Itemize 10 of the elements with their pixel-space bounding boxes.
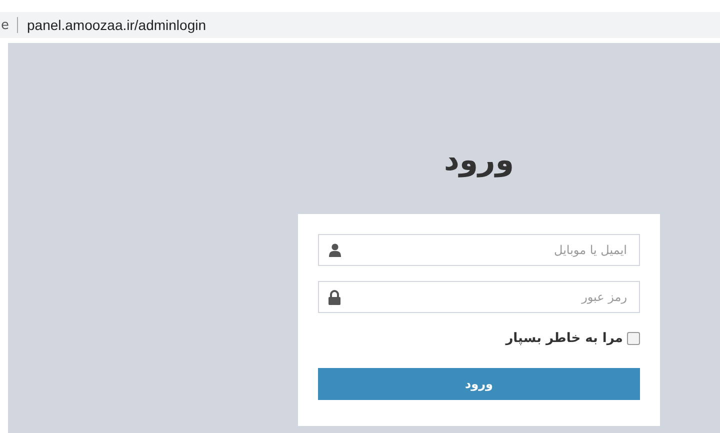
remember-label[interactable]: مرا به خاطر بسپار xyxy=(506,330,623,346)
input-field[interactable]: ایمیل یا موبایل xyxy=(318,234,640,266)
remember-checkbox[interactable] xyxy=(627,332,640,344)
tab-fragment: e xyxy=(1,18,9,32)
input-field[interactable]: رمز عبور xyxy=(318,281,640,313)
login-button[interactable]: ورود xyxy=(318,368,640,400)
url-text[interactable]: panel.amoozaa.ir/adminlogin xyxy=(27,17,206,33)
lock-icon xyxy=(328,290,341,305)
login-title: ورود xyxy=(443,143,515,180)
user-icon xyxy=(328,243,342,257)
